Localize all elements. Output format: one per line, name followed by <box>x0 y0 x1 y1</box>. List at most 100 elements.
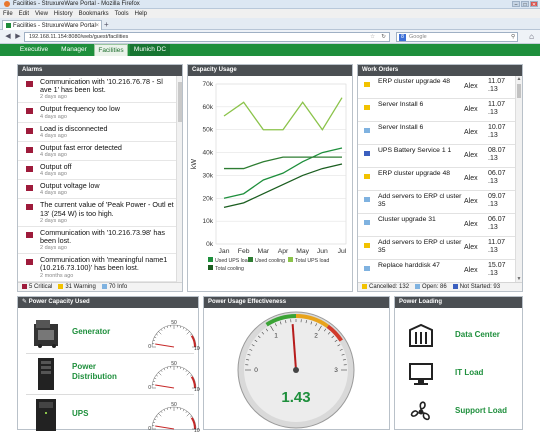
alarm-scrollbar[interactable] <box>176 76 182 282</box>
work-order-date: 06.07 .13 <box>488 216 506 232</box>
favicon-icon <box>6 23 11 28</box>
firefox-icon <box>4 1 10 7</box>
work-order-row[interactable]: UPS Battery Service 1 1 Alex 08.07 .13 <box>358 145 515 168</box>
work-order-row[interactable]: ERP cluster upgrade 48 Alex 11.07 .13 <box>358 76 515 99</box>
legend-label: Total UPS load <box>295 258 329 264</box>
tab-munich-dc[interactable]: Munich DC <box>130 44 170 56</box>
work-order-assignee: Alex <box>464 267 478 274</box>
google-icon[interactable]: 8 <box>399 34 406 41</box>
info-count[interactable]: 70 Info <box>101 283 127 291</box>
x-tick-label: Apr <box>278 248 289 255</box>
capacity-row-power-distribution[interactable]: Power Distribution 0 50 100 <box>26 354 200 395</box>
tab-close-icon[interactable]: × <box>95 23 99 29</box>
browser-tab[interactable]: Facilities - StruxureWare Portal × <box>2 20 102 30</box>
gauge-tick <box>182 368 185 371</box>
forward-arrow-icon[interactable]: ▶ <box>13 32 23 42</box>
work-order-scroll-thumb[interactable] <box>517 84 521 98</box>
gauge-tick <box>186 372 190 376</box>
x-tick-label: May <box>296 248 309 255</box>
work-order-row[interactable]: ERP cluster upgrade 48 Alex 06.07 .13 <box>358 168 515 191</box>
power-loading-it-load[interactable]: IT Load <box>399 355 521 393</box>
capacity-row-ups[interactable]: UPS 0 50 100 <box>26 395 200 432</box>
tab-facilities[interactable]: Facilities <box>94 44 128 56</box>
work-order-row[interactable]: Cluster upgrade 31 Alex 06.07 .13 <box>358 214 515 237</box>
alarm-message: The current value of 'Peak Power - Outl … <box>40 200 174 218</box>
menu-edit[interactable]: Edit <box>19 11 29 17</box>
reload-icon[interactable]: ↻ <box>381 33 386 42</box>
legend-swatch <box>248 257 253 262</box>
gauge-tick <box>154 377 157 380</box>
not-started-count[interactable]: Not Started: 93 <box>452 283 500 291</box>
work-order-assignee: Alex <box>464 129 478 136</box>
alarm-message: Output frequency too low <box>40 104 120 114</box>
bookmark-star-icon[interactable]: ☆ <box>370 33 375 42</box>
work-order-scrollbar[interactable]: ▲ ▼ <box>515 76 522 282</box>
alarm-item[interactable]: Output off 4 days ago <box>18 161 176 181</box>
url-field[interactable]: 192.168.11.154:8080/web/guest/facilities… <box>24 32 390 42</box>
alarm-item[interactable]: Output voltage low 4 days ago <box>18 180 176 200</box>
alarm-item[interactable]: Communication with '10.216.73.98' has be… <box>18 227 176 255</box>
work-order-row[interactable]: Server Install 6 Alex 11.07 .13 <box>358 99 515 122</box>
capacity-row-generator[interactable]: Generator 0 50 100 <box>26 313 200 354</box>
menu-history[interactable]: History <box>54 11 73 17</box>
alarm-item[interactable]: Output fast error detected 4 days ago <box>18 142 176 162</box>
menu-file[interactable]: File <box>3 11 13 17</box>
power-loading-datacenter[interactable]: Data Center <box>399 317 521 355</box>
capacity-chart[interactable]: 0k 10k 20k 30k 40k 50k 60k 70k kW Jan Feb Mar Apr May… <box>188 76 352 291</box>
menu-tools[interactable]: Tools <box>115 11 129 17</box>
alarm-item[interactable]: Communication with 'meaningful name1 (10… <box>18 254 176 282</box>
critical-count[interactable]: 5 Critical <box>22 283 52 291</box>
home-icon[interactable]: ⌂ <box>529 32 534 41</box>
search-input[interactable]: 8 Google ⚲ <box>396 32 518 42</box>
status-icon <box>364 82 370 87</box>
tab-manager[interactable]: Manager <box>56 44 92 56</box>
work-order-row[interactable]: Add servers to ERP cl uster 35 Alex 09.07 … <box>358 191 515 214</box>
y-tick-label: 50k <box>203 127 214 134</box>
gauge-tick <box>158 372 162 376</box>
menu-bookmarks[interactable]: Bookmarks <box>79 11 109 17</box>
capacity-usage-title: Capacity Usage <box>188 65 352 76</box>
alarm-item[interactable]: Load is disconnected 4 days ago <box>18 123 176 142</box>
power-capacity-title: ✎ Power Capacity Used <box>18 297 198 308</box>
alarm-item[interactable]: Communication with '10.216.76.78 - Sl av… <box>18 76 176 104</box>
title-bar: Facilities - StruxureWare Portal - Mozil… <box>0 0 540 9</box>
open-count[interactable]: Open: 86 <box>415 283 447 291</box>
pue-scale-label: 2 <box>314 332 318 339</box>
status-icon <box>364 105 370 110</box>
work-order-assignee: Alex <box>464 83 478 90</box>
maximize-button[interactable]: □ <box>521 1 529 8</box>
alarm-item[interactable]: The current value of 'Peak Power - Outl … <box>18 199 176 227</box>
close-button[interactable]: ✕ <box>530 1 538 8</box>
gauge-max-label: 100 <box>194 428 200 432</box>
work-order-title: Add servers to ERP cl uster 35 <box>378 239 462 255</box>
y-tick-label: 40k <box>203 150 214 157</box>
search-icon[interactable]: ⚲ <box>511 33 515 42</box>
power-loading-support-load[interactable]: Support Load <box>399 393 521 431</box>
cancelled-count[interactable]: Cancelled: 132 <box>362 283 409 291</box>
warning-count[interactable]: 31 Warning <box>58 283 96 291</box>
tab-executive[interactable]: Executive <box>14 44 54 56</box>
power-distribution-label: Power Distribution <box>72 362 117 381</box>
new-tab-icon[interactable]: + <box>104 20 109 29</box>
power-distribution-icon <box>38 358 54 390</box>
work-order-row[interactable]: Replace harddisk 47 Alex 15.07 .13 <box>358 260 515 282</box>
navigation-bar: ◀ ▶ 192.168.11.154:8080/web/guest/facili… <box>0 30 540 44</box>
y-tick-label: 60k <box>203 104 214 111</box>
critical-icon <box>26 81 33 87</box>
scroll-up-icon[interactable]: ▲ <box>516 76 522 82</box>
minimize-button[interactable]: – <box>512 1 520 8</box>
menu-help[interactable]: Help <box>135 11 147 17</box>
back-arrow-icon[interactable]: ◀ <box>3 32 13 42</box>
gauge-max-label: 100 <box>194 346 200 351</box>
work-order-row[interactable]: Add servers to ERP cl uster 35 Alex 11.07 … <box>358 237 515 260</box>
gauge-min-label: 0 <box>148 344 151 350</box>
alarm-item[interactable]: Output frequency too low 4 days ago <box>18 103 176 123</box>
menu-view[interactable]: View <box>35 11 48 17</box>
alarm-scroll-thumb[interactable] <box>178 82 182 122</box>
ups-icon <box>36 399 56 431</box>
gauge-tick <box>158 331 162 335</box>
generator-icon <box>34 320 58 348</box>
work-order-row[interactable]: Server Install 6 Alex 10.07 .13 <box>358 122 515 145</box>
gauge-tick <box>179 325 182 329</box>
gauge-tick <box>154 418 157 421</box>
